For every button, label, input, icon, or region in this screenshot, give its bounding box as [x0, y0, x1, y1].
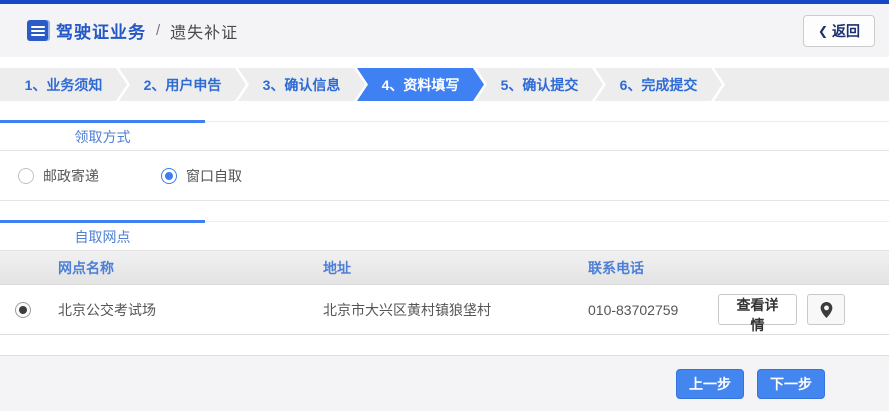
outlets-table: 网点名称 地址 联系电话 北京公交考试场 北京市大兴区黄村镇狼垡村 010-83…: [0, 251, 889, 335]
header-address: 地址: [323, 259, 351, 276]
outlet-row-radio[interactable]: [15, 301, 31, 318]
pickup-method-tab-row: 领取方式: [0, 120, 889, 151]
location-pin-icon: [820, 301, 832, 318]
pickup-outlets-label: 自取网点: [74, 228, 131, 245]
page-title: 驾驶证业务: [56, 23, 146, 42]
outlets-table-header: 网点名称 地址 联系电话: [0, 251, 889, 285]
view-details-button[interactable]: 查看详情: [718, 294, 798, 333]
window-pickup-label: 窗口自取: [186, 167, 242, 184]
outlet-name: 北京公交考试场: [58, 301, 156, 318]
radio-unselected-icon[interactable]: [18, 167, 34, 184]
breadcrumb-separator: /: [156, 22, 161, 39]
page-subtitle: 遗失补证: [170, 24, 239, 42]
tab-pickup-outlets: 自取网点: [0, 220, 205, 250]
progress-steps: 1、业务须知 2、用户申告 3、确认信息 4、资料填写 5、确认提交 6、完成提…: [0, 68, 889, 101]
pickup-method-options: 邮政寄递 窗口自取: [0, 151, 889, 201]
chevron-left-icon: ❮: [817, 23, 828, 38]
breadcrumb: 驾驶证业务 / 遗失补证: [27, 18, 238, 43]
back-button-label: 返回: [832, 22, 860, 39]
step-2-user-declaration[interactable]: 2、用户申告: [119, 68, 246, 101]
next-step-button[interactable]: 下一步: [757, 368, 825, 399]
postal-delivery-label: 邮政寄递: [43, 167, 99, 184]
pickup-method-label: 领取方式: [74, 128, 131, 145]
step-5-confirm-submit[interactable]: 5、确认提交: [476, 68, 603, 101]
step-3-confirm-info[interactable]: 3、确认信息: [238, 68, 365, 101]
page-header: 驾驶证业务 / 遗失补证 ❮ 返回: [0, 4, 889, 57]
step-4-fill-in-data[interactable]: 4、资料填写: [357, 68, 484, 101]
license-card-icon: [27, 20, 48, 41]
outlet-row: 北京公交考试场 北京市大兴区黄村镇狼垡村 010-83702759 查看详情: [0, 285, 889, 335]
step-6-complete-submit[interactable]: 6、完成提交: [595, 68, 722, 101]
radio-window-pickup[interactable]: 窗口自取: [161, 166, 242, 186]
pickup-outlets-section: 自取网点 网点名称 地址 联系电话 北京公交考试场 北京市大兴区黄村镇狼垡村 0…: [0, 220, 889, 335]
step-1-business-notice[interactable]: 1、业务须知: [0, 68, 127, 101]
pickup-method-section: 领取方式 邮政寄递 窗口自取: [0, 120, 889, 201]
pickup-outlets-tab-row: 自取网点: [0, 220, 889, 251]
outlet-address: 北京市大兴区黄村镇狼垡村: [323, 301, 491, 318]
prev-step-button[interactable]: 上一步: [676, 368, 744, 399]
map-pin-button[interactable]: [807, 294, 845, 325]
footer-actions: 上一步 下一步: [0, 355, 889, 411]
outlet-phone: 010-83702759: [588, 301, 679, 318]
header-outlet-name: 网点名称: [58, 259, 114, 276]
radio-postal-delivery[interactable]: 邮政寄递: [18, 166, 99, 186]
back-button[interactable]: ❮ 返回: [802, 14, 875, 47]
radio-selected-icon[interactable]: [161, 167, 177, 184]
header-phone: 联系电话: [588, 259, 644, 276]
tab-pickup-method: 领取方式: [0, 120, 205, 150]
license-replacement-page: 驾驶证业务 / 遗失补证 ❮ 返回 1、业务须知 2、用户申告 3、确认信息 4…: [0, 0, 889, 415]
step-bar-filler: [714, 68, 889, 101]
